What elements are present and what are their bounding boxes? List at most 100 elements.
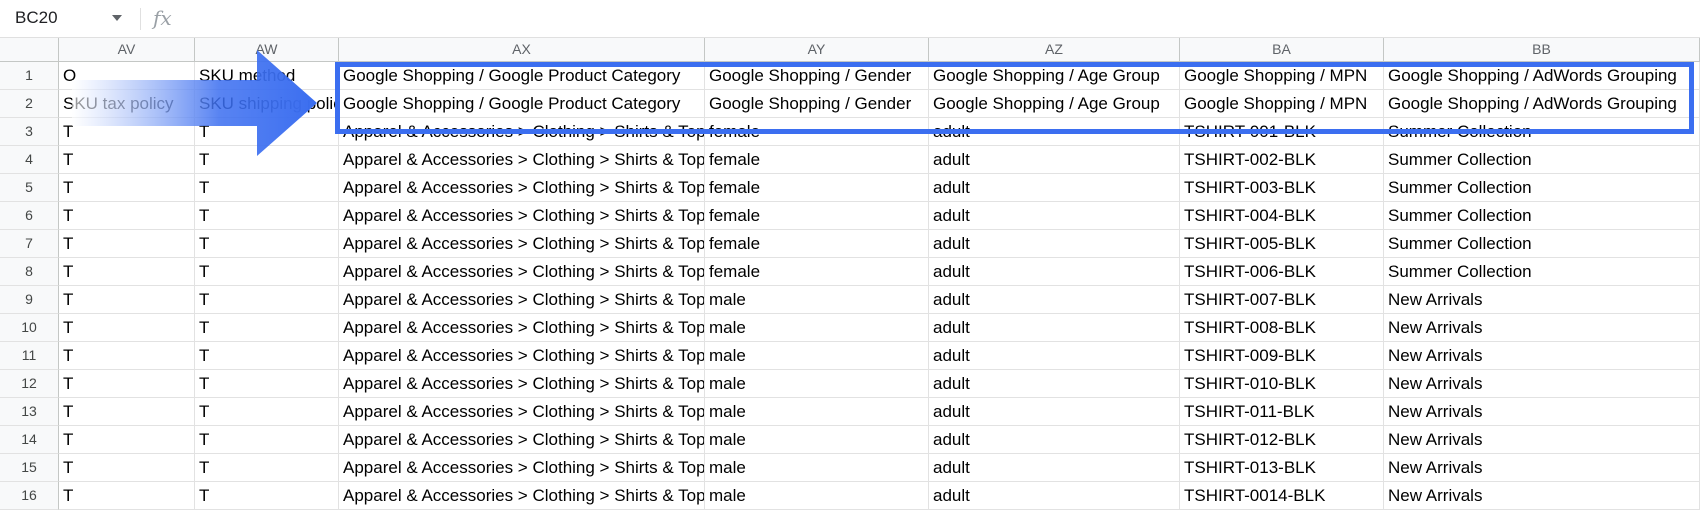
table-cell[interactable]: Google Shopping / Gender [705, 62, 929, 90]
table-cell[interactable]: T [59, 258, 195, 286]
table-cell[interactable]: TSHIRT-002-BLK [1180, 146, 1384, 174]
table-cell[interactable]: Apparel & Accessories > Clothing > Shirt… [339, 258, 705, 286]
table-cell[interactable]: Summer Collection [1384, 202, 1700, 230]
table-cell[interactable]: adult [929, 482, 1180, 510]
table-cell[interactable]: adult [929, 230, 1180, 258]
table-cell[interactable]: New Arrivals [1384, 482, 1700, 510]
table-cell[interactable]: Google Shopping / Google Product Categor… [339, 90, 705, 118]
table-cell[interactable]: T [195, 314, 339, 342]
table-cell[interactable]: T [59, 174, 195, 202]
table-cell[interactable]: female [705, 146, 929, 174]
chevron-down-icon[interactable] [112, 15, 122, 21]
table-cell[interactable]: Google Shopping / Google Product Categor… [339, 62, 705, 90]
table-cell[interactable]: New Arrivals [1384, 398, 1700, 426]
table-cell[interactable]: T [195, 482, 339, 510]
table-cell[interactable]: male [705, 482, 929, 510]
table-cell[interactable]: Summer Collection [1384, 146, 1700, 174]
select-all-corner[interactable] [0, 38, 59, 62]
table-cell[interactable]: TSHIRT-008-BLK [1180, 314, 1384, 342]
row-header[interactable]: 16 [0, 482, 59, 510]
table-cell[interactable]: adult [929, 118, 1180, 146]
table-cell[interactable]: Apparel & Accessories > Clothing > Shirt… [339, 482, 705, 510]
row-header[interactable]: 1 [0, 62, 59, 90]
table-cell[interactable]: Apparel & Accessories > Clothing > Shirt… [339, 454, 705, 482]
table-cell[interactable]: T [59, 314, 195, 342]
table-cell[interactable]: female [705, 258, 929, 286]
table-cell[interactable]: adult [929, 286, 1180, 314]
row-header[interactable]: 3 [0, 118, 59, 146]
table-cell[interactable]: Apparel & Accessories > Clothing > Shirt… [339, 118, 705, 146]
table-cell[interactable]: Apparel & Accessories > Clothing > Shirt… [339, 230, 705, 258]
table-cell[interactable]: Google Shopping / AdWords Grouping [1384, 62, 1700, 90]
column-header-ax[interactable]: AX [339, 38, 705, 62]
row-header[interactable]: 6 [0, 202, 59, 230]
table-cell[interactable]: T [195, 398, 339, 426]
table-cell[interactable]: T [59, 398, 195, 426]
table-cell[interactable]: T [59, 454, 195, 482]
table-cell[interactable]: T [195, 370, 339, 398]
table-cell[interactable]: Apparel & Accessories > Clothing > Shirt… [339, 174, 705, 202]
table-cell[interactable]: TSHIRT-007-BLK [1180, 286, 1384, 314]
table-cell[interactable]: female [705, 202, 929, 230]
table-cell[interactable]: male [705, 342, 929, 370]
table-cell[interactable]: male [705, 398, 929, 426]
table-cell[interactable]: T [59, 286, 195, 314]
table-cell[interactable]: TSHIRT-013-BLK [1180, 454, 1384, 482]
table-cell[interactable]: Apparel & Accessories > Clothing > Shirt… [339, 370, 705, 398]
row-header[interactable]: 15 [0, 454, 59, 482]
row-header[interactable]: 10 [0, 314, 59, 342]
table-cell[interactable]: adult [929, 426, 1180, 454]
table-cell[interactable]: Google Shopping / Age Group [929, 90, 1180, 118]
table-cell[interactable]: T [59, 370, 195, 398]
table-cell[interactable]: T [59, 230, 195, 258]
table-cell[interactable]: male [705, 286, 929, 314]
table-cell[interactable]: TSHIRT-0014-BLK [1180, 482, 1384, 510]
table-cell[interactable]: New Arrivals [1384, 286, 1700, 314]
table-cell[interactable]: TSHIRT-009-BLK [1180, 342, 1384, 370]
table-cell[interactable]: Apparel & Accessories > Clothing > Shirt… [339, 286, 705, 314]
column-header-az[interactable]: AZ [929, 38, 1180, 62]
table-cell[interactable]: Apparel & Accessories > Clothing > Shirt… [339, 426, 705, 454]
table-cell[interactable]: Google Shopping / MPN [1180, 62, 1384, 90]
table-cell[interactable]: adult [929, 314, 1180, 342]
table-cell[interactable]: T [195, 454, 339, 482]
table-cell[interactable]: adult [929, 342, 1180, 370]
table-cell[interactable]: T [195, 342, 339, 370]
table-cell[interactable]: adult [929, 370, 1180, 398]
table-cell[interactable]: T [59, 482, 195, 510]
table-cell[interactable]: Apparel & Accessories > Clothing > Shirt… [339, 146, 705, 174]
name-box[interactable]: BC20 [15, 8, 58, 28]
table-cell[interactable]: T [59, 426, 195, 454]
table-cell[interactable]: Summer Collection [1384, 174, 1700, 202]
table-cell[interactable]: TSHIRT-006-BLK [1180, 258, 1384, 286]
table-cell[interactable]: male [705, 314, 929, 342]
table-cell[interactable]: adult [929, 454, 1180, 482]
table-cell[interactable]: Google Shopping / Gender [705, 90, 929, 118]
table-cell[interactable]: adult [929, 398, 1180, 426]
table-cell[interactable]: male [705, 370, 929, 398]
table-cell[interactable]: Google Shopping / AdWords Grouping [1384, 90, 1700, 118]
table-cell[interactable]: TSHIRT-003-BLK [1180, 174, 1384, 202]
row-header[interactable]: 2 [0, 90, 59, 118]
table-cell[interactable]: male [705, 454, 929, 482]
table-cell[interactable]: T [195, 202, 339, 230]
table-cell[interactable]: adult [929, 202, 1180, 230]
table-cell[interactable]: Summer Collection [1384, 230, 1700, 258]
table-cell[interactable]: Apparel & Accessories > Clothing > Shirt… [339, 342, 705, 370]
table-cell[interactable]: Summer Collection [1384, 258, 1700, 286]
table-cell[interactable]: TSHIRT-011-BLK [1180, 398, 1384, 426]
table-cell[interactable]: Google Shopping / Age Group [929, 62, 1180, 90]
table-cell[interactable]: female [705, 174, 929, 202]
table-cell[interactable]: TSHIRT-010-BLK [1180, 370, 1384, 398]
table-cell[interactable]: TSHIRT-004-BLK [1180, 202, 1384, 230]
row-header[interactable]: 12 [0, 370, 59, 398]
table-cell[interactable]: TSHIRT-001-BLK [1180, 118, 1384, 146]
table-cell[interactable]: New Arrivals [1384, 454, 1700, 482]
table-cell[interactable]: T [195, 230, 339, 258]
column-header-bb[interactable]: BB [1384, 38, 1700, 62]
table-cell[interactable]: New Arrivals [1384, 426, 1700, 454]
table-cell[interactable]: T [59, 342, 195, 370]
table-cell[interactable]: female [705, 230, 929, 258]
table-cell[interactable]: TSHIRT-005-BLK [1180, 230, 1384, 258]
table-cell[interactable]: T [59, 202, 195, 230]
